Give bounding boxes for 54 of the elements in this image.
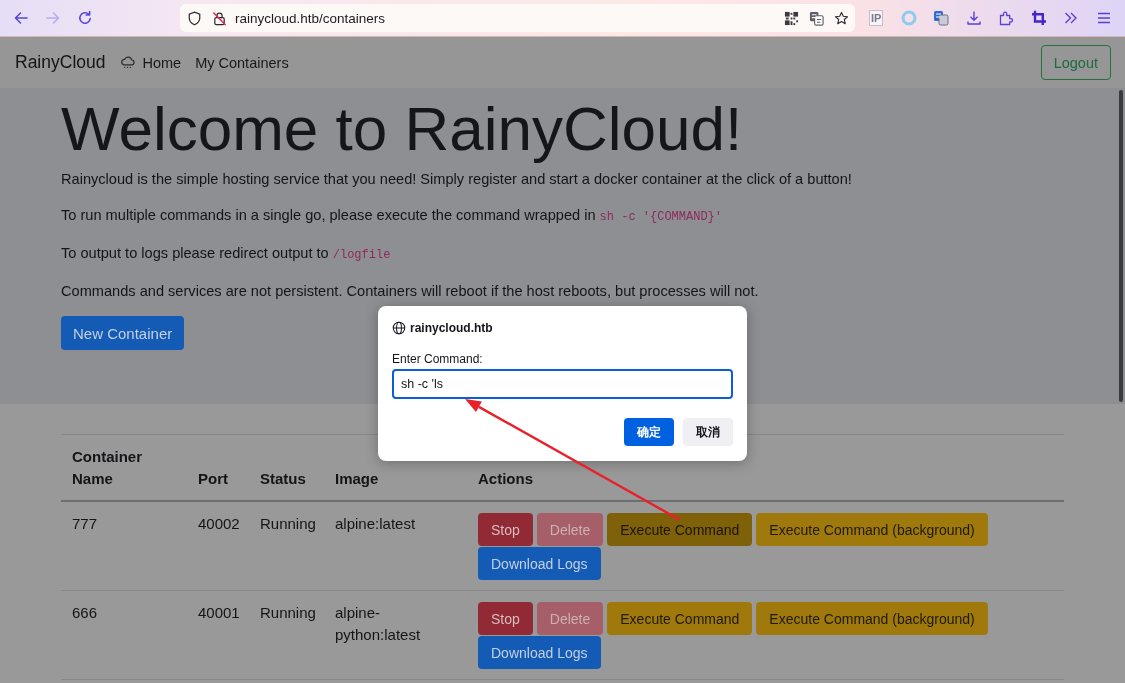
column-header: Actions: [478, 470, 533, 487]
column-header: Status: [260, 470, 306, 487]
confirm-button[interactable]: 确定: [624, 418, 674, 446]
new-container-button[interactable]: New Container: [61, 316, 185, 350]
menu-icon[interactable]: [1095, 10, 1112, 26]
execute-command-button[interactable]: Execute Command: [607, 602, 753, 635]
dialog-origin: rainycloud.htb: [410, 321, 493, 335]
intro-paragraph: Rainycloud is the simple hosting service that you need! Simply register and start a docker container at the click of a button!: [61, 170, 853, 189]
table-cell: Running: [260, 604, 316, 621]
cloud-icon: [120, 56, 136, 69]
table-cell: 777: [72, 515, 98, 532]
intro-paragraph: To run multiple commands in a single go, please execute the command wrapped in sh -c '{COMMAND}': [61, 206, 723, 226]
stop-button[interactable]: Stop: [478, 513, 533, 546]
download-logs-button[interactable]: Download Logs: [478, 636, 601, 669]
globe-icon: [392, 321, 406, 335]
command-input[interactable]: sh -c 'ls: [392, 369, 733, 399]
star-icon[interactable]: [834, 10, 849, 26]
dialog-prompt: Enter Command:: [392, 352, 484, 366]
intro-paragraph: Commands and services are not persistent. Containers will reboot if the host reboots, but processes will not.: [61, 282, 760, 301]
execute-background-button[interactable]: Execute Command (background): [756, 602, 988, 635]
execute-background-button[interactable]: Execute Command (background): [756, 513, 988, 546]
scrollbar-thumb[interactable]: [1119, 90, 1123, 402]
brand-link[interactable]: RainyCloud: [15, 52, 106, 73]
overlapping-squares-icon[interactable]: [933, 10, 950, 26]
table-cell: alpine-python:latest: [335, 604, 421, 643]
ip-extension-button[interactable]: IP: [869, 10, 884, 26]
overlapping-squares-icon[interactable]: [809, 10, 824, 26]
column-header: Container Name: [72, 448, 142, 487]
column-header: Image: [335, 470, 379, 487]
shield-icon[interactable]: [187, 10, 202, 26]
download-logs-button[interactable]: Download Logs: [478, 547, 601, 580]
logout-button[interactable]: Logout: [1040, 45, 1111, 80]
cancel-button[interactable]: 取消: [683, 418, 733, 446]
hero-title: Welcome to RainyCloud!: [61, 93, 744, 165]
reload-icon[interactable]: [77, 10, 93, 26]
table-cell: Running: [260, 515, 316, 532]
table-cell: 40001: [198, 604, 240, 621]
qr-code-icon[interactable]: [784, 10, 799, 26]
intro-paragraph: To output to logs please redirect output to /logfile: [61, 244, 392, 264]
download-icon[interactable]: [965, 10, 982, 26]
crossed-lock-icon[interactable]: [212, 10, 227, 26]
execute-command-button[interactable]: Execute Command: [607, 513, 753, 546]
table-cell: 666: [72, 604, 98, 621]
table-cell: 40002: [198, 515, 240, 532]
stop-button[interactable]: Stop: [478, 602, 533, 635]
table-cell: alpine:latest: [335, 515, 416, 532]
nav-link[interactable]: My Containers: [195, 54, 289, 71]
url-text[interactable]: rainycloud.htb/containers: [235, 10, 386, 26]
column-header: Port: [198, 470, 228, 487]
puzzle-icon[interactable]: [998, 10, 1015, 26]
address-bar[interactable]: rainycloud.htb/containers: [180, 4, 855, 32]
crop-icon[interactable]: [1030, 10, 1047, 26]
back-arrow-icon[interactable]: [13, 10, 29, 26]
nav-link[interactable]: Home: [120, 54, 182, 71]
